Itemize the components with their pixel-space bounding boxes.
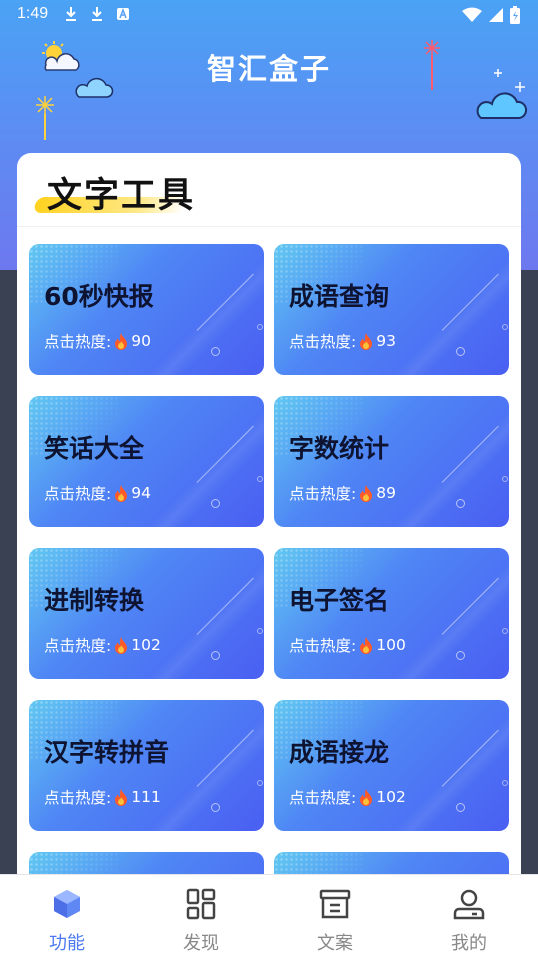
tile-circle-decoration: [502, 324, 508, 330]
download-icon: [92, 7, 102, 21]
tool-name: 成语接龙: [289, 738, 390, 767]
heat-label: 点击热度:: [44, 637, 112, 655]
app-notification-icon: [117, 7, 129, 20]
tile-circle-decoration: [211, 347, 220, 356]
heat-label: 点击热度:: [289, 789, 357, 807]
heat-value: 90: [131, 332, 151, 350]
tool-tile[interactable]: 电子签名 点击热度: 100: [274, 548, 509, 679]
heat-value: 111: [131, 788, 161, 806]
tools-card: 文字工具 60秒快报 点击热度: 90 成语查询 点击热度: 93 笑话大全 点击热…: [17, 153, 521, 893]
archive-icon: [319, 889, 351, 919]
tool-heat: 点击热度: 94: [44, 482, 151, 504]
tile-circle-decoration: [257, 476, 263, 482]
tile-circle-decoration: [456, 651, 465, 660]
heat-value: 89: [376, 484, 396, 502]
tile-circle-decoration: [211, 499, 220, 508]
heat-label: 点击热度:: [44, 333, 112, 351]
tool-heat: 点击热度: 90: [44, 330, 151, 352]
status-time: 1:49: [17, 5, 49, 22]
fire-icon: [360, 789, 373, 806]
tool-tile[interactable]: 进制转换 点击热度: 102: [29, 548, 264, 679]
tile-circle-decoration: [502, 780, 508, 786]
fire-icon: [360, 637, 373, 654]
heat-value: 102: [131, 636, 161, 654]
user-icon: [453, 889, 485, 920]
tool-heat: 点击热度: 89: [289, 482, 396, 504]
tile-stripe-decoration: [369, 397, 509, 527]
tool-heat: 点击热度: 111: [44, 786, 161, 808]
tool-name: 成语查询: [289, 282, 390, 311]
tool-name: 汉字转拼音: [44, 738, 170, 767]
tool-heat: 点击热度: 93: [289, 330, 396, 352]
tool-heat: 点击热度: 100: [289, 634, 406, 656]
tile-stripe-decoration: [369, 549, 509, 679]
bottom-tab-bar: 功能 发现 文案 我的: [0, 874, 538, 956]
fire-icon: [360, 333, 373, 350]
tool-name: 笑话大全: [44, 434, 145, 463]
tool-tile[interactable]: 成语接龙 点击热度: 102: [274, 700, 509, 831]
heat-label: 点击热度:: [289, 485, 357, 503]
tile-circle-decoration: [257, 628, 263, 634]
tab-mine[interactable]: 我的: [402, 875, 536, 956]
firework-icon: [424, 40, 440, 90]
tile-circle-decoration: [502, 476, 508, 482]
cloud-icon: [476, 92, 528, 119]
cube-icon: [54, 890, 80, 918]
download-icon: [66, 7, 76, 21]
heat-label: 点击热度:: [44, 789, 112, 807]
tab-label: 文案: [317, 933, 353, 954]
tool-tile[interactable]: 笑话大全 点击热度: 94: [29, 396, 264, 527]
tool-heat: 点击热度: 102: [289, 786, 406, 808]
signal-icon: [489, 8, 503, 22]
heat-value: 102: [376, 788, 406, 806]
tile-circle-decoration: [211, 803, 220, 812]
grid-icon: [186, 888, 216, 920]
heat-value: 100: [376, 636, 406, 654]
tool-tile[interactable]: 字数统计 点击热度: 89: [274, 396, 509, 527]
fire-icon: [115, 333, 128, 350]
tool-tile[interactable]: 成语查询 点击热度: 93: [274, 244, 509, 375]
tool-name: 电子签名: [289, 586, 390, 615]
tab-label: 功能: [49, 933, 85, 954]
section-title: 文字工具: [47, 176, 196, 216]
fire-icon: [115, 485, 128, 502]
fire-icon: [115, 637, 128, 654]
tile-circle-decoration: [502, 628, 508, 634]
tab-copywriting[interactable]: 文案: [268, 875, 402, 956]
tab-label: 发现: [183, 933, 219, 954]
heat-label: 点击热度:: [44, 485, 112, 503]
sun-cloud-icon: [42, 41, 80, 71]
tab-discover[interactable]: 发现: [134, 875, 268, 956]
tab-features[interactable]: 功能: [0, 875, 134, 956]
heat-value: 94: [131, 484, 151, 502]
tool-name: 60秒快报: [44, 282, 154, 311]
firework-icon: [36, 96, 54, 140]
tile-circle-decoration: [257, 780, 263, 786]
tile-circle-decoration: [456, 347, 465, 356]
section-header: 文字工具: [17, 153, 521, 227]
heat-label: 点击热度:: [289, 333, 357, 351]
tile-stripe-decoration: [369, 701, 509, 831]
tile-circle-decoration: [257, 324, 263, 330]
tab-label: 我的: [451, 933, 487, 954]
cloud-icon: [75, 77, 114, 98]
tile-stripe-decoration: [124, 397, 264, 527]
tool-tile[interactable]: 汉字转拼音 点击热度: 111: [29, 700, 264, 831]
fire-icon: [360, 485, 373, 502]
tile-circle-decoration: [456, 803, 465, 812]
tile-stripe-decoration: [369, 245, 509, 375]
heat-label: 点击热度:: [289, 637, 357, 655]
tool-tile[interactable]: 60秒快报 点击热度: 90: [29, 244, 264, 375]
tool-name: 字数统计: [289, 434, 390, 463]
tile-circle-decoration: [456, 499, 465, 508]
wifi-icon: [462, 7, 482, 22]
tile-stripe-decoration: [124, 549, 264, 679]
fire-icon: [115, 789, 128, 806]
status-bar: 1:49: [0, 0, 538, 30]
battery-icon: [510, 6, 520, 24]
tile-circle-decoration: [211, 651, 220, 660]
heat-value: 93: [376, 332, 396, 350]
tool-name: 进制转换: [44, 586, 145, 615]
tool-heat: 点击热度: 102: [44, 634, 161, 656]
